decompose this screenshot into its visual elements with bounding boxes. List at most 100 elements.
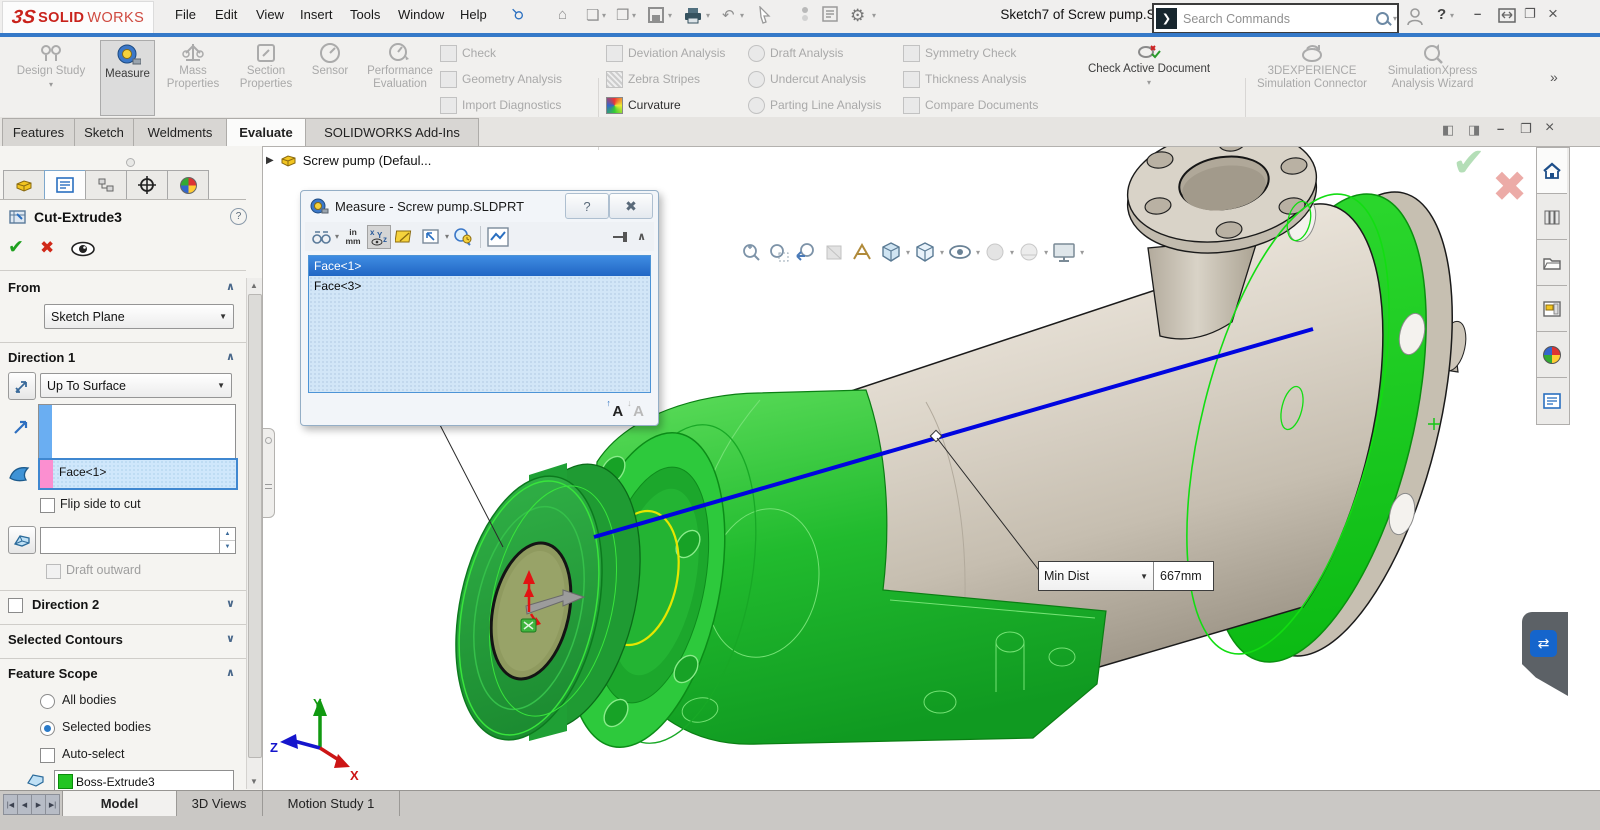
direction2-collapse-icon[interactable]: ∨ <box>226 597 235 610</box>
menu-file[interactable]: File <box>175 7 196 22</box>
collapse-left-pane-icon[interactable]: ◧ <box>1442 122 1454 138</box>
spinner-down-icon[interactable]: ▼ <box>220 541 235 553</box>
check-active-document-button[interactable]: Check Active Document▾ <box>1068 40 1230 114</box>
doc-restore-button[interactable]: ❐ <box>1520 121 1532 137</box>
draft-angle-spinner[interactable]: ▲ ▼ <box>40 527 236 554</box>
sensor-button[interactable]: Sensor <box>302 40 358 114</box>
home-tab-button[interactable] <box>1537 148 1567 194</box>
save-caret-icon[interactable]: ▾ <box>668 11 672 20</box>
custom-properties-button[interactable] <box>1537 378 1567 423</box>
menu-help[interactable]: Help <box>460 7 487 22</box>
panel-splitter-handle[interactable] <box>263 428 275 518</box>
design-study-button[interactable]: Design Study▾ <box>8 40 94 114</box>
measure-button[interactable]: Measure <box>100 40 155 116</box>
tab-features[interactable]: Features <box>2 118 75 146</box>
surface-selection-box[interactable]: Face<1> <box>38 458 238 490</box>
direction-reference-box[interactable] <box>38 404 236 459</box>
all-bodies-radio[interactable] <box>40 694 55 709</box>
span-displays-icon[interactable] <box>1498 8 1516 23</box>
import-diagnostics-item[interactable]: Import Diagnostics <box>440 94 590 116</box>
undo-caret-icon[interactable]: ▾ <box>740 11 744 20</box>
menu-tools[interactable]: Tools <box>350 7 380 22</box>
menu-window[interactable]: Window <box>398 7 444 22</box>
undercut-analysis-item[interactable]: Undercut Analysis <box>748 68 898 90</box>
new-caret-icon[interactable]: ▾ <box>602 11 606 20</box>
draft-analysis-item[interactable]: Draft Analysis <box>748 42 898 64</box>
direction2-section-header[interactable]: Direction 2 <box>32 597 99 612</box>
direction2-checkbox[interactable] <box>8 598 23 613</box>
search-magnifier-icon[interactable] <box>1375 11 1391 27</box>
collapse-right-pane-icon[interactable]: ◨ <box>1468 122 1480 138</box>
draft-button[interactable] <box>8 526 36 554</box>
open-document-icon[interactable]: ❒ <box>616 6 629 24</box>
measure-selection-list[interactable]: Face<1> Face<3> <box>308 255 651 393</box>
motion-study-tab[interactable]: Motion Study 1 <box>263 791 400 816</box>
measure-close-button[interactable]: ✖ <box>609 193 653 219</box>
pin-dialog-icon[interactable] <box>611 229 631 245</box>
print-caret-icon[interactable]: ▾ <box>706 11 710 20</box>
tab-sketch[interactable]: Sketch <box>74 118 134 146</box>
search-caret-icon[interactable]: ▾ <box>1393 14 1397 23</box>
section-properties-button[interactable]: SectionProperties <box>232 40 300 114</box>
dimxpertmanager-tab[interactable] <box>126 170 168 200</box>
help-icon[interactable]: ? <box>1437 6 1446 23</box>
restore-button[interactable]: ❐ <box>1524 6 1536 22</box>
configurationmanager-tab[interactable] <box>85 170 127 200</box>
decrease-font-icon[interactable]: ↓A <box>633 403 644 420</box>
appearances-button[interactable] <box>1537 332 1567 378</box>
doc-close-button[interactable]: × <box>1545 119 1554 137</box>
undo-icon[interactable]: ↶ <box>722 6 735 24</box>
projected-caret-icon[interactable]: ▾ <box>445 232 449 241</box>
tab-nav-first[interactable]: |◀ <box>3 794 18 815</box>
search-input[interactable] <box>1181 11 1375 27</box>
tab-evaluate[interactable]: Evaluate <box>226 118 306 146</box>
all-bodies-label[interactable]: All bodies <box>62 693 116 707</box>
parting-line-analysis-item[interactable]: Parting Line Analysis <box>748 94 898 116</box>
scroll-down-icon[interactable]: ▼ <box>250 777 258 786</box>
list-item-face1[interactable]: Face<1> <box>309 256 650 276</box>
draft-outward-checkbox[interactable] <box>46 564 61 579</box>
flip-side-label[interactable]: Flip side to cut <box>60 497 141 511</box>
panel-splitter-dot[interactable] <box>126 158 135 167</box>
from-section-header[interactable]: From <box>8 280 41 295</box>
file-properties-icon[interactable] <box>822 6 839 23</box>
home-icon[interactable]: ⌂ <box>558 6 567 23</box>
scope-section-header[interactable]: Feature Scope <box>8 666 98 681</box>
contours-collapse-icon[interactable]: ∨ <box>226 632 235 645</box>
end-condition-dropdown[interactable]: Up To Surface▼ <box>40 373 232 398</box>
geometry-analysis-item[interactable]: Geometry Analysis <box>440 68 590 90</box>
tab-solidworks-addins[interactable]: SOLIDWORKS Add-Ins <box>305 118 479 146</box>
3dexperience-connector-button[interactable]: 3DEXPERIENCESimulation Connector <box>1252 40 1372 114</box>
flyout-feature-tree[interactable]: ▶ Screw pump (Defaul... <box>266 153 431 168</box>
propertymanager-tab[interactable] <box>44 170 86 200</box>
increase-font-icon[interactable]: ↑A <box>612 403 623 420</box>
compare-documents-item[interactable]: Compare Documents <box>903 94 1053 116</box>
help-caret-icon[interactable]: ▾ <box>1450 11 1454 20</box>
from-collapse-icon[interactable]: ∧ <box>226 280 235 293</box>
zebra-stripes-item[interactable]: Zebra Stripes <box>606 68 746 90</box>
symmetry-check-item[interactable]: Symmetry Check <box>903 42 1053 64</box>
view-palette-button[interactable] <box>1537 286 1567 332</box>
pm-help-icon[interactable]: ? <box>230 208 247 225</box>
pm-cancel-button[interactable]: ✖ <box>40 238 54 258</box>
flip-side-checkbox[interactable] <box>40 498 55 513</box>
auto-select-label[interactable]: Auto-select <box>62 747 125 761</box>
direction1-collapse-icon[interactable]: ∧ <box>226 350 235 363</box>
select-cursor-icon[interactable] <box>758 6 772 24</box>
file-explorer-button[interactable] <box>1537 240 1567 286</box>
scope-collapse-icon[interactable]: ∧ <box>226 666 235 679</box>
search-bar[interactable]: ❯ ▾ <box>1152 3 1399 34</box>
deviation-analysis-item[interactable]: Deviation Analysis <box>606 42 746 64</box>
thickness-analysis-item[interactable]: Thickness Analysis <box>903 68 1053 90</box>
pm-preview-eye-icon[interactable] <box>70 241 96 257</box>
close-button[interactable]: × <box>1548 4 1558 24</box>
tree-expand-icon[interactable]: ▶ <box>266 155 274 166</box>
menu-view[interactable]: View <box>256 7 284 22</box>
design-library-button[interactable] <box>1537 194 1567 240</box>
tab-nav-prev[interactable]: ◀ <box>17 794 32 815</box>
model-tab[interactable]: Model <box>62 791 177 816</box>
confirm-ok-icon[interactable]: ✔ <box>1452 140 1486 186</box>
pm-ok-button[interactable]: ✔ <box>8 236 24 259</box>
minimize-button[interactable]: – <box>1474 6 1481 21</box>
arc-measure-caret-icon[interactable]: ▾ <box>335 232 339 241</box>
